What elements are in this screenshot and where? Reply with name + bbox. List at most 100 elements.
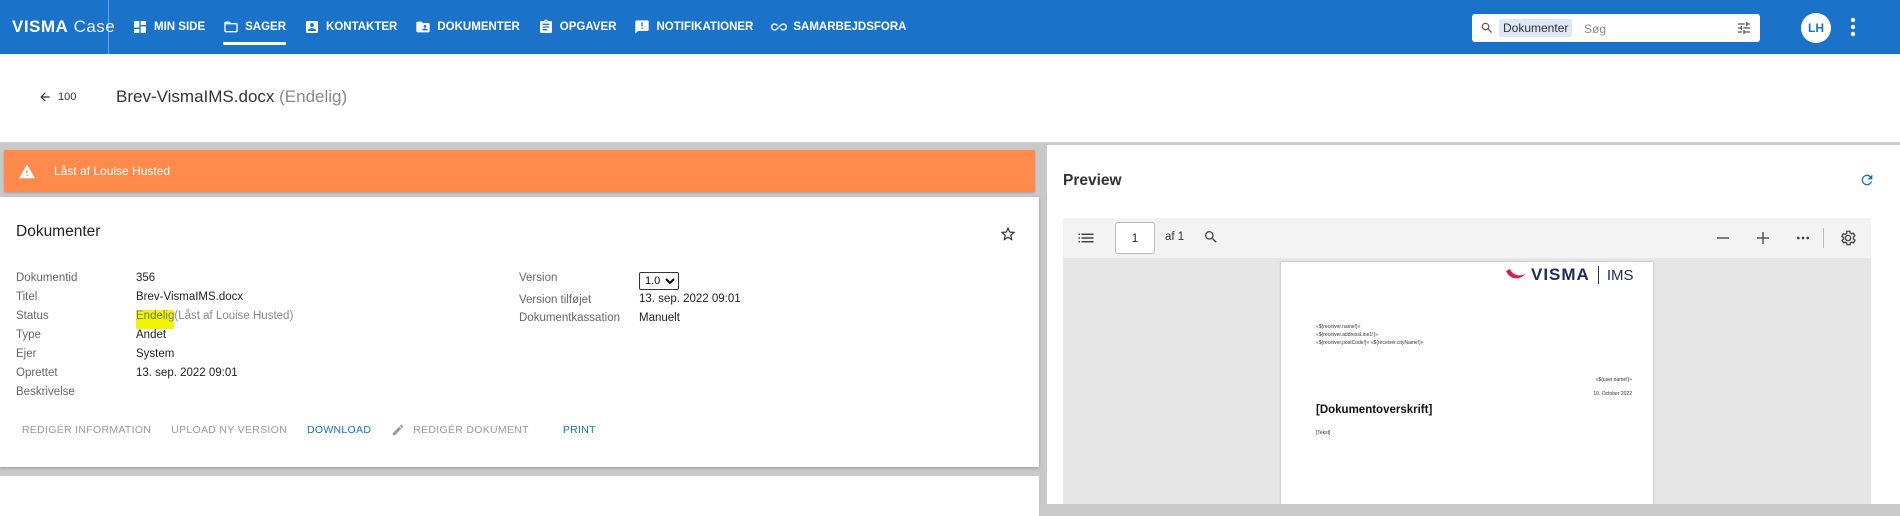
nav-dokumenter[interactable]: DOKUMENTER (415, 0, 520, 54)
upload-version-button[interactable]: UPLOAD NY VERSION (171, 423, 287, 437)
edit-document-label: REDIGÉR DOKUMENT (413, 424, 529, 436)
status-highlight: Endelig (136, 310, 175, 329)
label-ejer: Ejer (16, 348, 37, 360)
value-ejer: System (136, 348, 175, 360)
folder-user-icon (416, 21, 431, 33)
status-lock-info: (Låst af Louise Husted) (174, 310, 294, 322)
document-details-card: Dokumenter Dokumentid Titel Status Type … (0, 197, 1039, 467)
clipboard-icon (539, 19, 552, 33)
letter-date: 10. October 2022 (1593, 391, 1632, 397)
print-button[interactable]: PRINT (563, 423, 596, 437)
alert-text: Låst af Louise Husted (54, 164, 171, 178)
version-select[interactable]: 1.0 (639, 272, 679, 290)
gear-icon[interactable] (1839, 229, 1857, 247)
page-number-input[interactable]: 1 (1115, 222, 1155, 254)
address-line-2: «${receiver.addressLine1!}» (1316, 332, 1378, 338)
label-dokumentkassation: Dokumentkassation (519, 312, 620, 324)
download-button[interactable]: DOWNLOAD (307, 423, 371, 437)
address-line-1: «${receiver.name!}» (1316, 324, 1361, 330)
nav-sager[interactable]: SAGER (223, 0, 286, 54)
nav-notifikationer[interactable]: NOTIFIKATIONER (634, 0, 753, 54)
lock-alert-banner: Låst af Louise Husted (4, 150, 1035, 192)
left-values: 356 Brev-VismaIMS.docx Endelig (Låst af … (136, 272, 516, 405)
sender-name: «${user.name!}» (1595, 377, 1632, 383)
back-button[interactable]: 100 (38, 90, 76, 104)
nav-label: OPGAVER (559, 21, 617, 33)
value-oprettet: 13. sep. 2022 09:01 (136, 367, 238, 379)
edit-info-button[interactable]: REDIGÉR INFORMATION (22, 423, 151, 437)
value-dokumentkassation: Manuelt (639, 312, 680, 324)
page-title: Brev-VismaIMS.docx (Endelig) (116, 87, 347, 107)
arrow-back-icon (40, 92, 50, 102)
nav-label: DOKUMENTER (437, 21, 520, 33)
logo-ims-text: IMS (1606, 266, 1634, 284)
global-search[interactable]: Dokumenter (1472, 14, 1760, 42)
value-titel: Brev-VismaIMS.docx (136, 291, 244, 303)
visma-ims-logo: VISMA IMS (1505, 265, 1634, 285)
announcement-icon (635, 20, 650, 34)
left-labels: Dokumentid Titel Status Type Ejer Oprett… (16, 272, 116, 405)
document-actions: REDIGÉR INFORMATION UPLOAD NY VERSION DO… (22, 423, 616, 437)
value-status: Endelig (Låst af Louise Husted) (136, 310, 516, 329)
page-total: af 1 (1165, 231, 1185, 243)
dashboard-icon (134, 21, 146, 33)
zoom-out-icon[interactable] (1715, 230, 1731, 246)
label-titel: Titel (16, 291, 38, 303)
pencil-icon (392, 424, 404, 436)
more-menu-icon[interactable] (1845, 15, 1861, 39)
letter-body: [Tekst] (1316, 430, 1331, 436)
address-line-3: «${receiver.postCode!}» «${receiver.city… (1316, 340, 1424, 346)
right-values: 1.0 13. sep. 2022 09:01 Manuelt (639, 272, 839, 331)
label-beskrivelse: Beskrivelse (16, 386, 75, 398)
secondary-card (0, 476, 1039, 516)
top-navbar: VISMA Case MIN SIDE SAGER KONTAKTER DOKU… (0, 0, 1900, 54)
nav-label: SAGER (245, 21, 287, 33)
search-icon (1481, 22, 1492, 33)
letter-heading: [Dokumentoverskrift] (1316, 404, 1433, 416)
label-oprettet: Oprettet (16, 367, 58, 379)
nav-kontakter[interactable]: KONTAKTER (304, 0, 397, 54)
logo-divider (1597, 266, 1599, 284)
nav-label: NOTIFIKATIONER (656, 21, 754, 33)
version-select-row: 1.0 (639, 272, 839, 293)
main-nav: MIN SIDE SAGER KONTAKTER DOKUMENTER OPGA… (132, 0, 924, 54)
edit-document-button[interactable]: REDIGÉR DOKUMENT (391, 423, 529, 437)
back-label: 100 (58, 91, 77, 103)
warning-icon (19, 164, 35, 179)
search-input[interactable] (1582, 19, 1726, 39)
user-avatar[interactable]: LH (1801, 13, 1831, 43)
nav-samarbejdsfora[interactable]: SAMARBEJDSFORA (771, 0, 906, 54)
label-dokumentid: Dokumentid (16, 272, 78, 284)
document-status: (Endelig) (279, 87, 348, 106)
right-labels: Version Version tilføjet Dokumentkassati… (519, 272, 639, 331)
value-type: Andet (136, 329, 167, 341)
refresh-icon[interactable] (1859, 172, 1875, 188)
nav-opgaver[interactable]: OPGAVER (538, 0, 617, 54)
filter-settings-icon[interactable] (1736, 20, 1752, 36)
contact-card-icon (306, 21, 319, 33)
label-status: Status (16, 310, 49, 322)
star-icon[interactable] (999, 225, 1017, 243)
label-type: Type (16, 329, 41, 341)
value-beskrivelse (136, 386, 516, 405)
pdf-viewer[interactable]: VISMA IMS «${receiver.name!}» «${receive… (1063, 258, 1871, 504)
label-version: Version (519, 272, 558, 284)
nav-label: MIN SIDE (154, 21, 206, 33)
label-version-tilfoejet: Version tilføjet (519, 294, 592, 306)
nav-min-side[interactable]: MIN SIDE (132, 0, 205, 54)
link-icon (771, 23, 788, 31)
outline-list-icon[interactable] (1077, 230, 1095, 246)
search-scope-chip[interactable]: Dokumenter (1499, 19, 1573, 37)
card-title: Dokumenter (16, 223, 101, 240)
search-icon[interactable] (1203, 229, 1219, 245)
nav-label: KONTAKTER (326, 21, 398, 33)
toolbar-divider (1823, 228, 1824, 248)
folder-icon (224, 21, 238, 33)
more-options-icon[interactable] (1795, 230, 1811, 246)
pdf-toolbar: 1 af 1 (1063, 218, 1871, 258)
document-name: Brev-VismaIMS.docx (116, 87, 275, 106)
app-logo[interactable]: VISMA Case (12, 17, 115, 37)
nav-label: SAMARBEJDSFORA (793, 21, 907, 33)
pdf-page: VISMA IMS «${receiver.name!}» «${receive… (1281, 262, 1653, 504)
zoom-in-icon[interactable] (1755, 230, 1771, 246)
